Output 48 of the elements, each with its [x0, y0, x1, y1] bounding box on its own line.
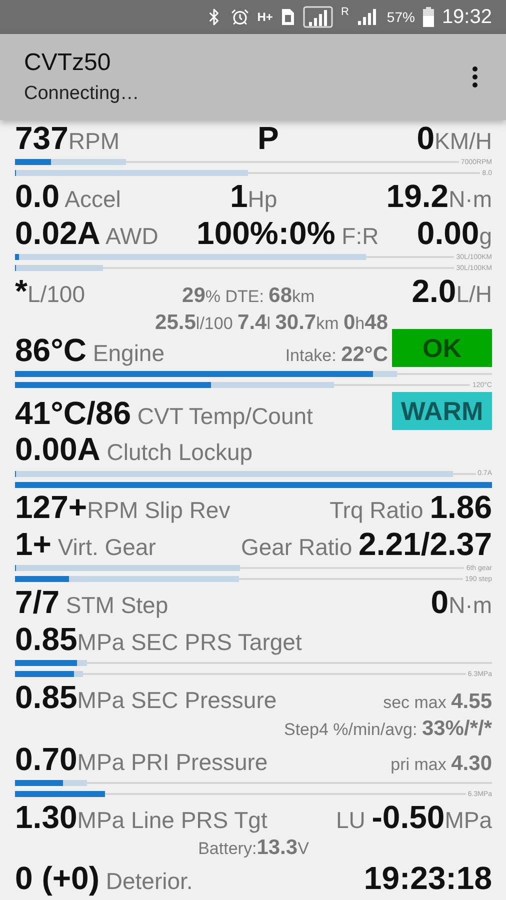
- gauge-reading: 86°C Engine: [15, 334, 165, 368]
- gauge-reading: 1.30MPa Line PRS Tgt: [15, 800, 268, 835]
- gauge-reading: P: [257, 122, 279, 156]
- gauge-reading: 100%:0% F:R: [196, 216, 379, 250]
- gauge-reading: 41°C/86 CVT Temp/Count: [15, 396, 313, 430]
- signal-icon: [302, 6, 333, 28]
- status-badge: WARM: [392, 392, 492, 430]
- gauge-reading: 0N·m: [430, 586, 492, 620]
- gauge-reading: 2.0L/H: [412, 275, 492, 309]
- status-badge: OK: [392, 329, 492, 368]
- network-type: H+: [257, 10, 273, 24]
- gauge-reading: 0.00A Clutch Lockup: [15, 433, 253, 467]
- gauge-reading: 29% DTE: 68km: [182, 285, 315, 308]
- connection-status: Connecting…: [24, 83, 140, 105]
- gauge-reading: 25.5l/100 7.4l 30.7km 0h48: [155, 312, 388, 334]
- signal-icon: [356, 6, 379, 28]
- alarm-icon: [231, 8, 250, 26]
- gauge-reading: pri max 4.30: [390, 752, 492, 775]
- gauge-reading: 0.85MPa SEC PRS Target: [15, 622, 302, 656]
- gauge-reading: Trq Ratio 1.86: [330, 491, 492, 525]
- gauge-reading: 737RPM: [15, 122, 120, 156]
- gauge-reading: 1Hp: [230, 180, 278, 214]
- gauge-reading: 0KM/H: [416, 122, 492, 156]
- gauge-reading: LU -0.50MPa: [336, 800, 492, 835]
- battery-percent: 57%: [386, 9, 415, 25]
- gauge-reading: Gear Ratio 2.21/2.37: [240, 528, 492, 562]
- gauge-reading: 7/7 STM Step: [15, 586, 168, 620]
- menu-icon: [472, 66, 478, 88]
- app-title: CVTz50: [24, 49, 112, 77]
- roaming-indicator: R: [340, 6, 349, 18]
- clock-time: 19:32: [442, 6, 492, 28]
- gauge-reading: 0.02A AWD: [15, 216, 158, 250]
- gauge-reading: 0 (+0) Deterior.: [15, 862, 193, 896]
- gauge-reading: Battery:13.3V: [198, 837, 309, 860]
- gauge-reading: Intake: 22°C: [285, 344, 388, 366]
- gauge-reading: *L/100: [15, 275, 86, 309]
- gauge-reading: Step4 %/min/avg: 33%/*/*: [284, 718, 492, 740]
- gauge-reading: 19.2N·m: [386, 180, 492, 214]
- gauge-reading: 0.00g: [416, 216, 492, 250]
- battery-icon: [422, 7, 434, 27]
- gauge-reading: sec max 4.55: [383, 691, 492, 714]
- sim-card-icon: [280, 8, 295, 26]
- gauge-reading: 0.85MPa SEC Pressure: [15, 681, 277, 715]
- gauge-reading: 0.70MPa PRI Pressure: [15, 742, 268, 776]
- gauge-reading: 127+RPM Slip Rev: [15, 491, 230, 525]
- gauge-reading: 0.0 Accel: [15, 180, 121, 214]
- gauge-reading: 1+ Virt. Gear: [15, 528, 156, 562]
- gauge-reading: 19:23:18: [364, 862, 492, 896]
